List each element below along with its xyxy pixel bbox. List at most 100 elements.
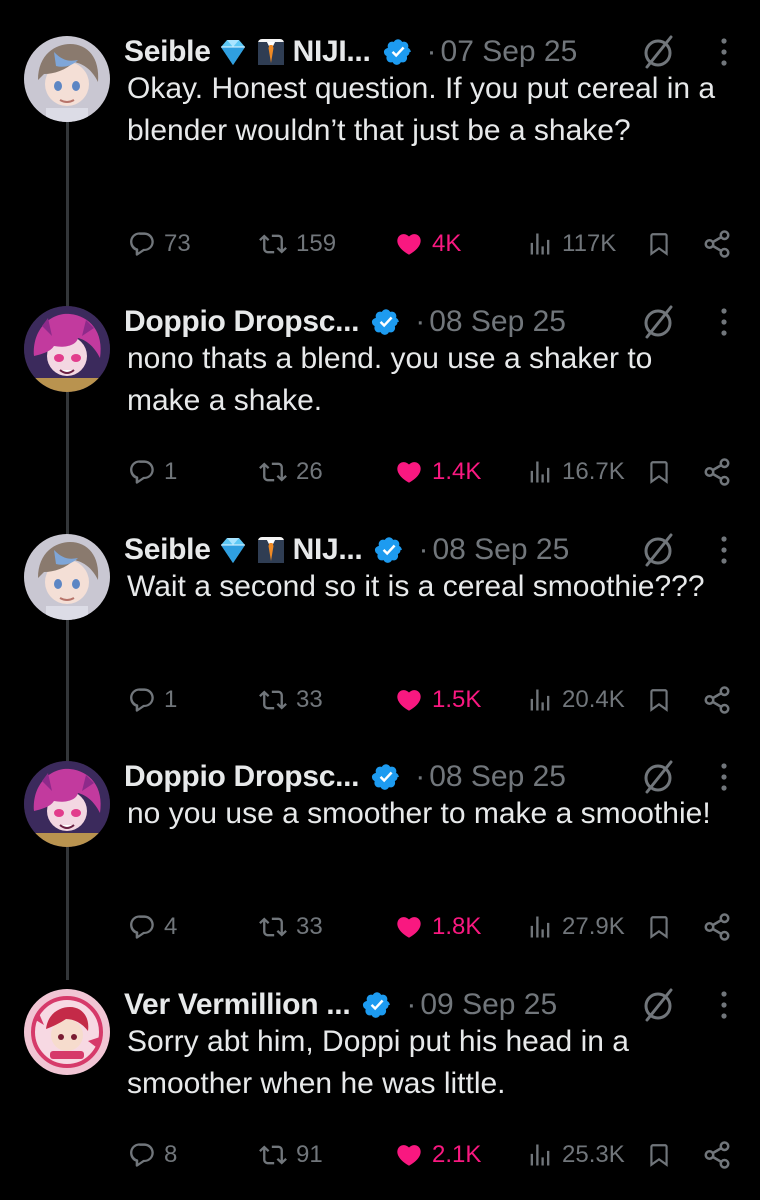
gem-icon: [217, 36, 249, 68]
retweet-icon: [258, 686, 288, 714]
share-button[interactable]: [702, 907, 732, 947]
heart-icon: [394, 458, 424, 486]
author-name-suffix[interactable]: NIJ...: [293, 533, 363, 567]
more-options-icon[interactable]: [718, 985, 730, 1025]
likes-count: 1.4K: [432, 458, 482, 485]
suit-tie-icon: [255, 534, 287, 566]
replies-count: 73: [164, 230, 191, 257]
retweets-count: 33: [296, 686, 323, 713]
avatar[interactable]: [24, 989, 110, 1075]
bookmark-button[interactable]: [646, 452, 672, 492]
likes-count: 1.8K: [432, 913, 482, 940]
more-options-icon[interactable]: [718, 757, 730, 797]
share-button[interactable]: [702, 452, 732, 492]
author-name[interactable]: Doppio Dropsc...: [124, 305, 360, 339]
tweet-text: no you use a smoother to make a smoothie…: [127, 797, 711, 830]
like-button[interactable]: 1.4K: [394, 452, 481, 492]
author-name[interactable]: Ver Vermillion ...: [124, 988, 351, 1022]
heart-icon: [394, 913, 424, 941]
heart-icon: [394, 230, 424, 258]
bookmark-icon: [646, 1140, 672, 1170]
retweet-button[interactable]: 91: [258, 1135, 323, 1175]
retweet-icon: [258, 1141, 288, 1169]
retweet-button[interactable]: 33: [258, 907, 323, 947]
tweet-actions: 73 159 4K 117K: [128, 224, 736, 264]
views-button[interactable]: 27.9K: [526, 907, 625, 947]
separator-dot: ·: [418, 533, 429, 566]
bookmark-button[interactable]: [646, 224, 672, 264]
reply-button[interactable]: 1: [128, 452, 177, 492]
avatar[interactable]: [24, 36, 110, 122]
avatar[interactable]: [24, 761, 110, 847]
like-button[interactable]: 4K: [394, 224, 461, 264]
retweet-button[interactable]: 26: [258, 452, 323, 492]
share-button[interactable]: [702, 1135, 732, 1175]
share-button[interactable]: [702, 224, 732, 264]
author-name[interactable]: Seible: [124, 35, 211, 69]
reply-button[interactable]: 8: [128, 1135, 177, 1175]
author-name-suffix[interactable]: NIJI...: [293, 35, 371, 69]
views-button[interactable]: 20.4K: [526, 680, 625, 720]
grok-icon[interactable]: [638, 32, 678, 72]
reply-button[interactable]: 73: [128, 224, 191, 264]
tweet[interactable]: Seible NIJI... · 07 Sep 25 Okay. Honest ques…: [0, 30, 760, 266]
grok-icon[interactable]: [638, 530, 678, 570]
views-count: 27.9K: [562, 913, 625, 940]
grok-icon[interactable]: [638, 757, 678, 797]
tweet-date[interactable]: 07 Sep 25: [441, 35, 578, 69]
retweet-button[interactable]: 159: [258, 224, 336, 264]
bookmark-icon: [646, 685, 672, 715]
verified-badge-icon: [383, 37, 413, 67]
tweet[interactable]: Doppio Dropsc... · 08 Sep 25 no you use a s…: [0, 755, 760, 949]
tweet-date[interactable]: 08 Sep 25: [432, 533, 569, 567]
tweet-actions: 1 26 1.4K 16.7K: [128, 452, 736, 492]
share-icon: [702, 1140, 732, 1170]
tweet-text: nono thats a blend. you use a shaker to …: [127, 342, 653, 417]
retweets-count: 26: [296, 458, 323, 485]
tweet-text: Wait a second so it is a cereal smoothie…: [127, 570, 705, 603]
views-button[interactable]: 117K: [526, 224, 616, 264]
tweet-text: Okay. Honest question. If you put cereal…: [127, 72, 716, 147]
grok-icon[interactable]: [638, 302, 678, 342]
gem-icon: [217, 534, 249, 566]
share-icon: [702, 457, 732, 487]
reply-button[interactable]: 4: [128, 907, 177, 947]
retweet-button[interactable]: 33: [258, 680, 323, 720]
likes-count: 4K: [432, 230, 462, 257]
tweet[interactable]: Seible NIJ... · 08 Sep 25 Wait a second so i…: [0, 528, 760, 722]
avatar[interactable]: [24, 534, 110, 620]
author-name[interactable]: Seible: [124, 533, 211, 567]
reply-icon: [128, 913, 156, 941]
grok-icon[interactable]: [638, 985, 678, 1025]
like-button[interactable]: 2.1K: [394, 1135, 481, 1175]
bookmark-icon: [646, 229, 672, 259]
views-count: 20.4K: [562, 686, 625, 713]
more-options-icon[interactable]: [718, 32, 730, 72]
author-name[interactable]: Doppio Dropsc...: [124, 760, 360, 794]
bookmark-button[interactable]: [646, 1135, 672, 1175]
reply-button[interactable]: 1: [128, 680, 177, 720]
heart-icon: [394, 686, 424, 714]
tweet-date[interactable]: 09 Sep 25: [420, 988, 557, 1022]
like-button[interactable]: 1.8K: [394, 907, 481, 947]
tweet[interactable]: Doppio Dropsc... · 08 Sep 25 nono thats a b…: [0, 300, 760, 494]
heart-icon: [394, 1141, 424, 1169]
bookmark-icon: [646, 912, 672, 942]
retweets-count: 33: [296, 913, 323, 940]
more-options-icon[interactable]: [718, 302, 730, 342]
views-button[interactable]: 16.7K: [526, 452, 625, 492]
likes-count: 2.1K: [432, 1141, 482, 1168]
tweet-date[interactable]: 08 Sep 25: [429, 760, 566, 794]
avatar[interactable]: [24, 306, 110, 392]
like-button[interactable]: 1.5K: [394, 680, 481, 720]
share-button[interactable]: [702, 680, 732, 720]
tweet[interactable]: Ver Vermillion ... · 09 Sep 25 Sorry abt hi…: [0, 983, 760, 1177]
retweet-icon: [258, 230, 288, 258]
bookmark-button[interactable]: [646, 680, 672, 720]
bookmark-button[interactable]: [646, 907, 672, 947]
more-options-icon[interactable]: [718, 530, 730, 570]
views-button[interactable]: 25.3K: [526, 1135, 625, 1175]
tweet-date[interactable]: 08 Sep 25: [429, 305, 566, 339]
reply-icon: [128, 230, 156, 258]
views-count: 25.3K: [562, 1141, 625, 1168]
